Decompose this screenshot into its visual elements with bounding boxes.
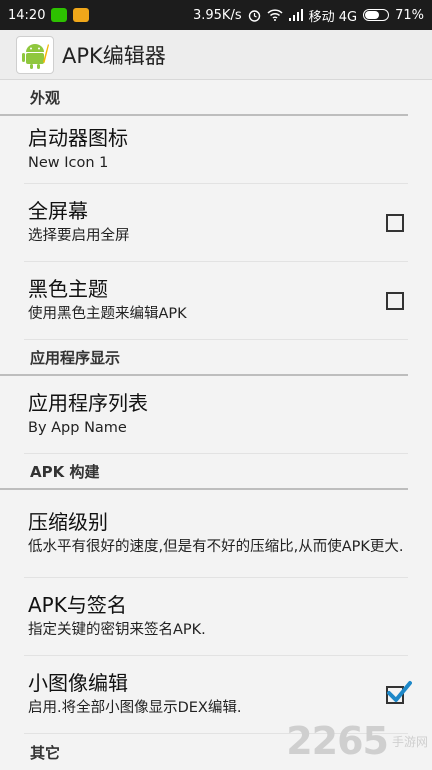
- message-icon: [73, 8, 90, 22]
- fullscreen-checkbox[interactable]: [386, 213, 404, 232]
- site-watermark: 2265 手游网: [286, 719, 428, 763]
- battery-fill: [365, 11, 380, 19]
- alarm-icon: [248, 9, 261, 22]
- dark-theme-checkbox[interactable]: [386, 291, 404, 310]
- pref-summary: 启用.将全部小图像显示DEX编辑.: [28, 700, 242, 716]
- pref-summary: By App Name: [28, 420, 127, 436]
- check-icon: [387, 680, 412, 702]
- wechat-icon: [51, 8, 68, 22]
- pref-compress-level[interactable]: 压缩级别 低水平有很好的速度,但是有不好的压缩比,从而使APK更大.: [24, 490, 408, 578]
- pref-title: APK与签名: [28, 593, 127, 617]
- carrier-label: 移动 4G: [308, 9, 358, 25]
- wifi-icon: [267, 9, 283, 21]
- pref-summary: 使用黑色主题来编辑APK: [28, 306, 187, 322]
- battery-percent: 71%: [395, 7, 424, 23]
- pref-summary: New Icon 1: [28, 155, 109, 171]
- android-edit-icon: [16, 35, 54, 74]
- section-appearance: 外观: [0, 80, 408, 116]
- network-speed: 3.95K/s: [192, 7, 242, 23]
- pref-summary: 低水平有很好的速度,但是有不好的压缩比,从而使APK更大.: [28, 539, 404, 555]
- pref-fullscreen[interactable]: 全屏幕 选择要启用全屏: [24, 184, 408, 262]
- app-bar: APK编辑器: [0, 30, 432, 80]
- pref-title: 启动器图标: [28, 126, 128, 150]
- pref-dark-theme[interactable]: 黑色主题 使用黑色主题来编辑APK: [24, 262, 408, 340]
- pref-app-list[interactable]: 应用程序列表 By App Name: [24, 376, 408, 454]
- pref-title: 黑色主题: [28, 277, 108, 301]
- pref-title: 全屏幕: [28, 199, 88, 223]
- section-apk-build: APK 构建: [0, 454, 408, 490]
- pref-apk-sign[interactable]: APK与签名 指定关键的密钥来签名APK.: [24, 578, 408, 656]
- pref-title: 压缩级别: [28, 510, 108, 534]
- signal-icon: [288, 9, 303, 21]
- battery-icon: [363, 9, 390, 21]
- app-title: APK编辑器: [62, 43, 166, 68]
- watermark-number: 2265: [286, 719, 389, 763]
- smali-edit-checkbox[interactable]: [386, 680, 412, 704]
- pref-summary: 选择要启用全屏: [28, 228, 130, 244]
- status-bar: 14:20 3.95K/s 移动 4G 71%: [0, 0, 432, 30]
- watermark-site: 手游网: [391, 734, 428, 749]
- pref-title: 应用程序列表: [28, 391, 148, 415]
- status-time: 14:20: [8, 7, 46, 23]
- pref-summary: 指定关键的密钥来签名APK.: [28, 622, 206, 638]
- section-app-display: 应用程序显示: [0, 340, 408, 376]
- pref-launcher-icon[interactable]: 启动器图标 New Icon 1: [24, 116, 408, 184]
- pref-title: 小图像编辑: [28, 671, 128, 695]
- settings-list[interactable]: 外观 启动器图标 New Icon 1 全屏幕 选择要启用全屏 黑色主题 使用黑…: [0, 80, 432, 770]
